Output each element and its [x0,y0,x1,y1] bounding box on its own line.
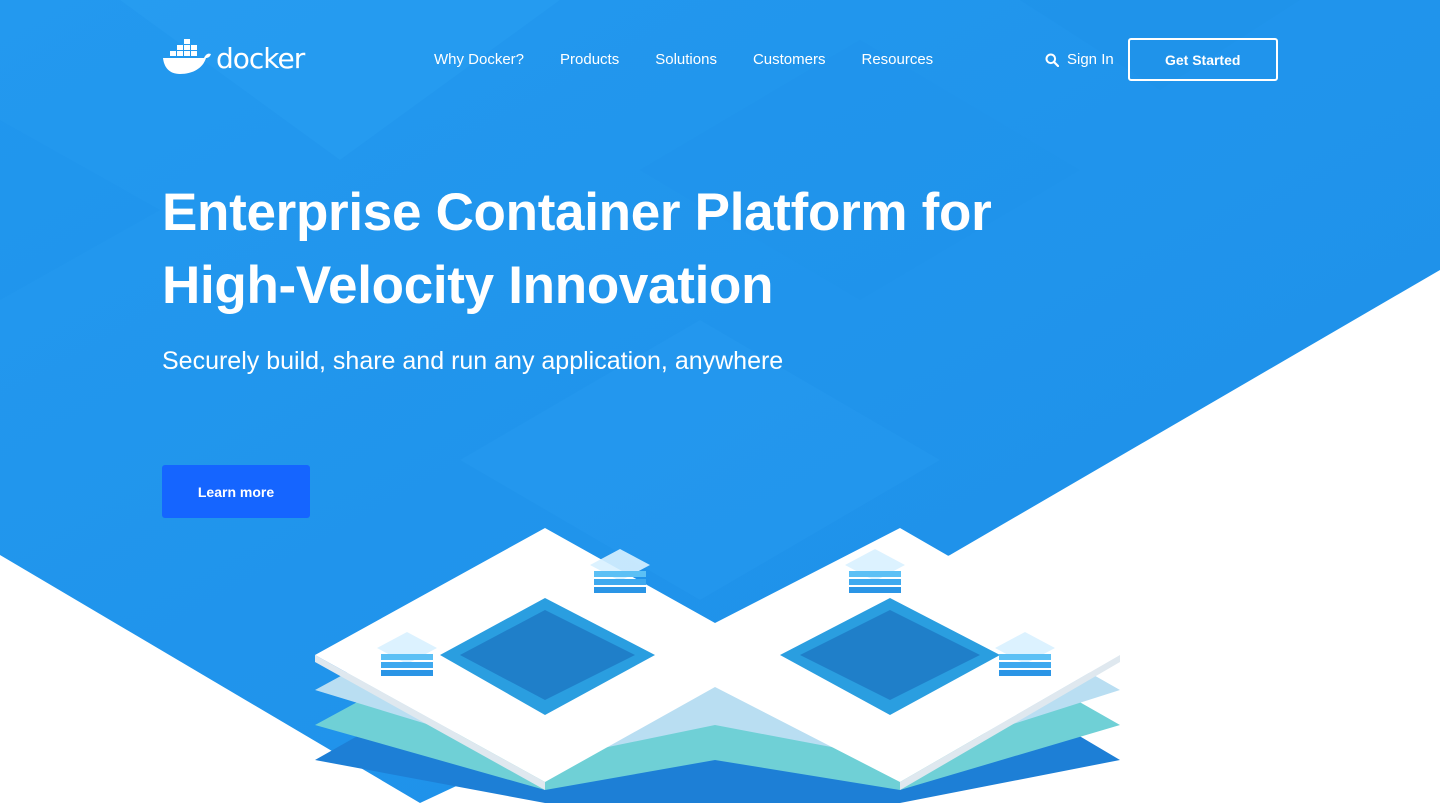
nav-link-customers[interactable]: Customers [753,51,826,68]
get-started-button[interactable]: Get Started [1127,38,1278,81]
search-icon[interactable] [1045,53,1059,67]
top-navigation: docker Why Docker? Products Solutions Cu… [0,0,1440,120]
nav-link-resources[interactable]: Resources [861,51,933,68]
hero-subheadline: Securely build, share and run any applic… [162,347,784,375]
nav-link-products[interactable]: Products [560,51,619,68]
sign-in-link[interactable]: Sign In [1045,51,1114,68]
docker-wordmark: docker [216,41,305,75]
container-platform-illustration [315,528,1120,803]
docker-logo[interactable]: docker [162,34,305,78]
nav-link-solutions[interactable]: Solutions [655,51,717,68]
hero-headline-line2: High-Velocity Innovation [162,256,774,315]
docker-whale-icon [163,39,211,74]
learn-more-button[interactable]: Learn more [162,465,310,518]
nav-link-why-docker[interactable]: Why Docker? [434,51,524,68]
primary-nav: Why Docker? Products Solutions Customers… [434,51,969,68]
hero-headline: Enterprise Container Platform for High-V… [162,176,1122,322]
sign-in-label: Sign In [1067,51,1114,68]
nav-actions: Sign In Get Started [1045,38,1278,81]
hero-headline-line1: Enterprise Container Platform for [162,183,992,242]
